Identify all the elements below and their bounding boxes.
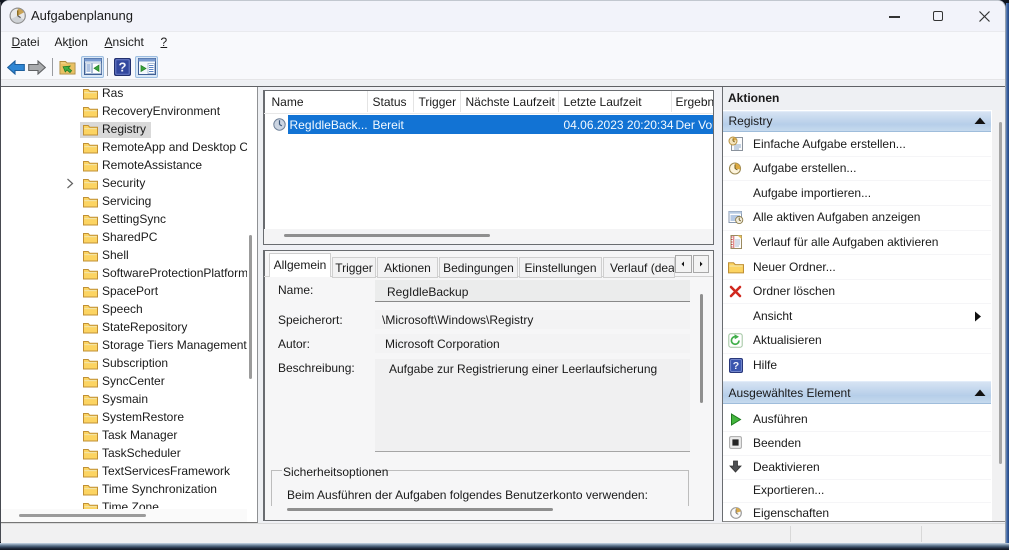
svg-text:?: ? (119, 60, 127, 75)
svg-text:?: ? (732, 360, 738, 372)
